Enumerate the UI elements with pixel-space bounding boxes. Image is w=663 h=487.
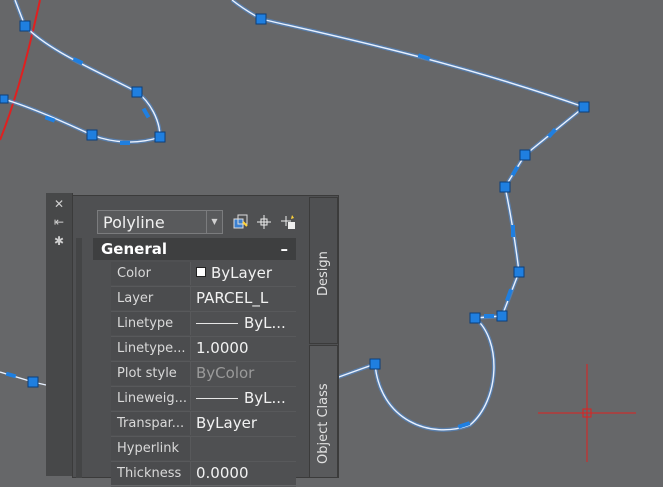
property-row-linetype-scale[interactable]: Linetype... 1.0000: [111, 337, 296, 362]
section-general-header[interactable]: General –: [93, 238, 296, 260]
tab-object-class[interactable]: Object Class: [309, 345, 338, 478]
property-value: ByColor: [191, 362, 296, 385]
property-row-plot-style[interactable]: Plot style ByColor: [111, 362, 296, 387]
property-value-text: ByL...: [244, 314, 286, 332]
property-name: Linetype: [111, 312, 191, 335]
property-value[interactable]: 1.0000: [191, 337, 296, 360]
tab-object-class-label: Object Class: [316, 383, 331, 464]
section-title: General: [101, 240, 167, 258]
color-swatch: [196, 267, 206, 277]
property-row-lineweight[interactable]: Lineweig... ByL...: [111, 387, 296, 412]
chevron-down-icon[interactable]: ▼: [206, 211, 222, 233]
property-value-text: ByLayer: [211, 264, 272, 282]
lineweight-sample: [196, 398, 238, 399]
property-grid: Color ByLayer Layer PARCEL_L Linetype By…: [111, 262, 296, 487]
property-value-text: ByL...: [244, 389, 286, 407]
property-name: Thickness: [111, 462, 191, 485]
property-name: Lineweig...: [111, 387, 191, 410]
property-name: Linetype...: [111, 337, 191, 360]
property-name: Color: [111, 262, 191, 285]
toggle-pickadd-icon[interactable]: [280, 214, 296, 230]
selected-polyline-bottom[interactable]: [0, 371, 47, 388]
selected-polyline-left[interactable]: [0, 0, 166, 145]
property-row-thickness[interactable]: Thickness 0.0000: [111, 462, 296, 487]
property-name: Plot style: [111, 362, 191, 385]
property-row-hyperlink[interactable]: Hyperlink: [111, 437, 296, 462]
linetype-sample: [196, 323, 238, 324]
object-type-value: Polyline: [103, 213, 165, 232]
property-value[interactable]: PARCEL_L: [191, 287, 296, 310]
collapse-icon[interactable]: –: [281, 238, 289, 260]
quick-select-icon[interactable]: [233, 214, 249, 230]
property-value[interactable]: [191, 437, 296, 460]
property-row-layer[interactable]: Layer PARCEL_L: [111, 287, 296, 312]
close-icon[interactable]: ✕: [52, 197, 66, 211]
property-row-color[interactable]: Color ByLayer: [111, 262, 296, 287]
property-value[interactable]: ByL...: [191, 387, 296, 410]
crosshair-cursor: [538, 364, 636, 462]
tab-design[interactable]: Design: [309, 197, 338, 344]
properties-palette: Polyline ▼ General – Color ByLayer Layer…: [72, 195, 339, 487]
tab-design-label: Design: [316, 251, 331, 296]
property-value[interactable]: 0.0000: [191, 462, 296, 485]
property-name: Layer: [111, 287, 191, 310]
object-type-dropdown[interactable]: Polyline ▼: [97, 210, 223, 234]
property-name: Transpar...: [111, 412, 191, 435]
select-objects-icon[interactable]: [256, 214, 272, 230]
property-value[interactable]: ByLayer: [191, 262, 296, 285]
palette-scrollbar[interactable]: [76, 238, 82, 478]
property-row-transparency[interactable]: Transpar... ByLayer: [111, 412, 296, 437]
property-row-linetype[interactable]: Linetype ByL...: [111, 312, 296, 337]
property-value[interactable]: ByL...: [191, 312, 296, 335]
palette-properties-icon[interactable]: ✱: [52, 234, 66, 248]
property-value[interactable]: ByLayer: [191, 412, 296, 435]
palette-titlebar-strip[interactable]: ✕ ⇤ ✱: [46, 193, 73, 476]
property-name: Hyperlink: [111, 437, 191, 460]
auto-hide-icon[interactable]: ⇤: [52, 215, 66, 229]
